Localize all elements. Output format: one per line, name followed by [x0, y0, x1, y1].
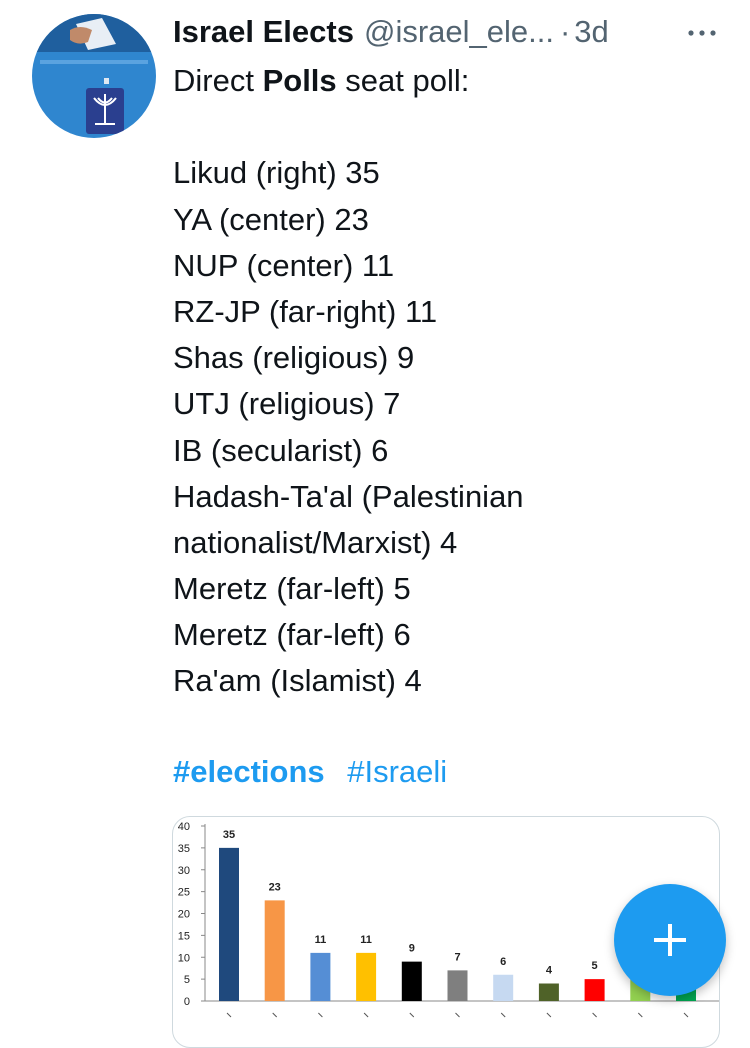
y-tick-label: 10	[178, 952, 190, 964]
data-label: 11	[315, 934, 327, 946]
bold-polls: Polls	[262, 63, 337, 98]
category-tick	[592, 1012, 597, 1018]
poll-line: Ra'am (Islamist) 4	[173, 663, 422, 699]
tweet-header: Israel Elects @israel_ele... · 3d	[173, 10, 730, 54]
ballot-box-image	[32, 14, 156, 138]
hashtags: #elections #Israeli	[173, 754, 461, 790]
category-tick	[546, 1012, 552, 1018]
data-label: 6	[500, 956, 506, 968]
category-tick	[318, 1012, 323, 1018]
poll-line: nationalist/Marxist) 4	[173, 524, 458, 560]
more-options-icon[interactable]	[684, 20, 720, 46]
data-label: 11	[360, 934, 372, 946]
y-tick-label: 5	[184, 974, 190, 986]
poll-line: Meretz (far-left) 5	[173, 571, 411, 607]
category-tick	[272, 1012, 278, 1018]
y-tick-label: 35	[178, 843, 190, 855]
poll-line: Hadash-Ta'al (Palestinian	[173, 478, 524, 514]
bar	[584, 979, 605, 1001]
poll-line: NUP (center) 11	[173, 247, 395, 283]
tweet-body: Direct Polls seat poll: Likud (right) 35…	[173, 58, 730, 705]
data-label: 35	[223, 829, 235, 841]
hashtag-elections[interactable]: #elections	[173, 754, 325, 789]
y-tick-label: 20	[178, 909, 190, 921]
y-tick-label: 0	[184, 996, 190, 1008]
poll-line: UTJ (religious) 7	[173, 386, 401, 422]
y-tick-label: 40	[178, 821, 190, 833]
bar	[447, 970, 468, 1001]
poll-line: Meretz (far-left) 6	[173, 617, 411, 653]
tweet-timestamp[interactable]: 3d	[574, 14, 608, 50]
poll-line: Likud (right) 35	[173, 155, 380, 191]
y-tick-label: 25	[178, 887, 190, 899]
tweet-intro: Direct Polls seat poll:	[173, 63, 470, 98]
bar	[401, 961, 422, 1001]
bar	[219, 847, 239, 1001]
y-tick-label: 30	[178, 865, 190, 877]
poll-line: RZ-JP (far-right) 11	[173, 293, 438, 329]
bar	[356, 952, 377, 1001]
bar	[538, 983, 559, 1001]
avatar[interactable]	[32, 14, 156, 138]
category-tick	[409, 1012, 415, 1018]
poll-line: Shas (religious) 9	[173, 340, 415, 376]
data-label: 7	[454, 951, 460, 963]
author-name[interactable]: Israel Elects	[173, 14, 354, 50]
plus-icon	[654, 924, 686, 956]
category-tick	[637, 1012, 643, 1018]
category-tick	[363, 1012, 369, 1018]
category-tick	[500, 1012, 506, 1018]
bar	[264, 900, 285, 1001]
category-tick	[683, 1012, 689, 1018]
poll-line: IB (secularist) 6	[173, 432, 389, 468]
data-label: 5	[592, 960, 598, 972]
hashtag-israeli[interactable]: #Israeli	[347, 754, 447, 789]
separator-dot: ·	[559, 14, 571, 49]
author-handle[interactable]: @israel_ele...	[364, 14, 554, 50]
poll-line: YA (center) 23	[173, 201, 369, 237]
bar	[493, 974, 514, 1001]
compose-button[interactable]	[614, 884, 726, 996]
y-tick-label: 15	[178, 930, 190, 942]
data-label: 4	[546, 965, 553, 977]
bar	[310, 952, 331, 1001]
category-tick	[455, 1012, 460, 1018]
data-label: 23	[269, 881, 281, 893]
data-label: 9	[409, 943, 415, 955]
category-tick	[226, 1012, 232, 1018]
